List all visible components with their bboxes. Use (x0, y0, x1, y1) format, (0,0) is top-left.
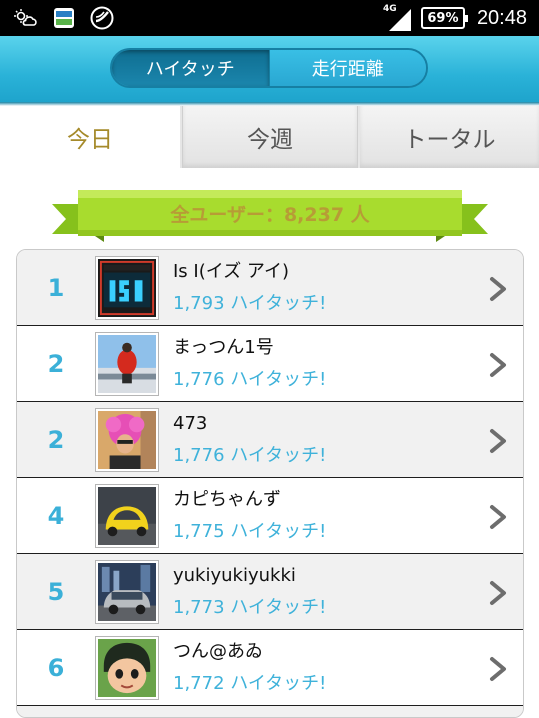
tab-today[interactable]: 今日 (0, 106, 180, 168)
cartoon-boy-avatar (95, 635, 159, 700)
high-touch-count: 1,773 ハイタッチ! (173, 596, 327, 618)
is-i-logo-avatar (95, 255, 159, 320)
user-name: カピちゃんず (173, 488, 281, 510)
rank-number: 2 (47, 425, 65, 454)
chevron-right-icon (490, 353, 506, 377)
yellow-car-avatar (95, 483, 159, 548)
ranking-row[interactable]: 2 473 1,776 ハイタッチ! (17, 401, 523, 477)
user-name: つん@あゐ (173, 640, 263, 662)
high-touch-count: 1,775 ハイタッチ! (173, 520, 327, 542)
rank-number: 4 (47, 501, 65, 530)
battery-indicator: 69% (420, 7, 468, 29)
chevron-right-icon (490, 277, 506, 301)
rank-number: 1 (47, 273, 65, 302)
weather-icon (14, 6, 38, 30)
user-name: 473 (173, 412, 208, 434)
tab-week[interactable]: 今週 (182, 106, 358, 168)
ranking-row[interactable]: 1 Is I(イズ アイ) 1,793 ハイタッチ! (17, 250, 523, 325)
high-touch-count: 1,793 ハイタッチ! (173, 292, 327, 314)
period-tabs: 今日 今週 トータル (0, 106, 539, 168)
signal-icon: 4G (383, 4, 413, 32)
chevron-right-icon (490, 581, 506, 605)
user-name: Is I(イズ アイ) (173, 260, 290, 282)
total-users-text: 全ユーザー：8,237 人 (170, 203, 370, 226)
ranking-row[interactable]: 5 yukiyukiyukki 1,773 ハイタッチ! (17, 553, 523, 629)
segment-high-touch[interactable]: ハイタッチ (112, 50, 269, 86)
rank-number: 2 (47, 349, 65, 378)
chevron-right-icon (490, 505, 506, 529)
tab-total[interactable]: トータル (360, 106, 539, 168)
high-touch-count: 1,776 ハイタッチ! (173, 368, 327, 390)
station-wagon-avatar (95, 559, 159, 624)
total-users-banner: 全ユーザー：8,237 人 (52, 190, 488, 242)
red-jacket-person-avatar (95, 331, 159, 396)
pink-afro-avatar (95, 407, 159, 472)
ranking-row[interactable]: 4 カピちゃんず 1,775 ハイタッチ! (17, 477, 523, 553)
status-bar: 4G 69% 20:48 (0, 0, 539, 36)
ranking-list: 1 Is I(イズ アイ) 1,793 ハイタッチ! 2 まっつん1号 1,77… (16, 249, 524, 718)
clock: 20:48 (476, 6, 527, 29)
user-name: まっつん1号 (173, 336, 274, 358)
ranking-row[interactable]: 2 まっつん1号 1,776 ハイタッチ! (17, 325, 523, 401)
circle-app-icon (90, 6, 114, 30)
app-header: ハイタッチ 走行距離 (0, 36, 539, 102)
chevron-right-icon (490, 429, 506, 453)
high-touch-count: 1,772 ハイタッチ! (173, 672, 327, 694)
rank-number: 6 (47, 653, 65, 682)
rank-number: 5 (47, 577, 65, 606)
user-name: yukiyukiyukki (173, 564, 296, 586)
mode-segmented-control: ハイタッチ 走行距離 (110, 48, 428, 88)
ranking-row-partial[interactable] (17, 705, 523, 717)
ranking-row[interactable]: 6 つん@あゐ 1,772 ハイタッチ! (17, 629, 523, 705)
segment-distance[interactable]: 走行距離 (268, 50, 426, 86)
high-touch-count: 1,776 ハイタッチ! (173, 444, 327, 466)
battery-level: 69% (427, 10, 459, 26)
network-type: 4G (382, 4, 397, 14)
app-badge-icon (52, 6, 76, 30)
chevron-right-icon (490, 657, 506, 681)
